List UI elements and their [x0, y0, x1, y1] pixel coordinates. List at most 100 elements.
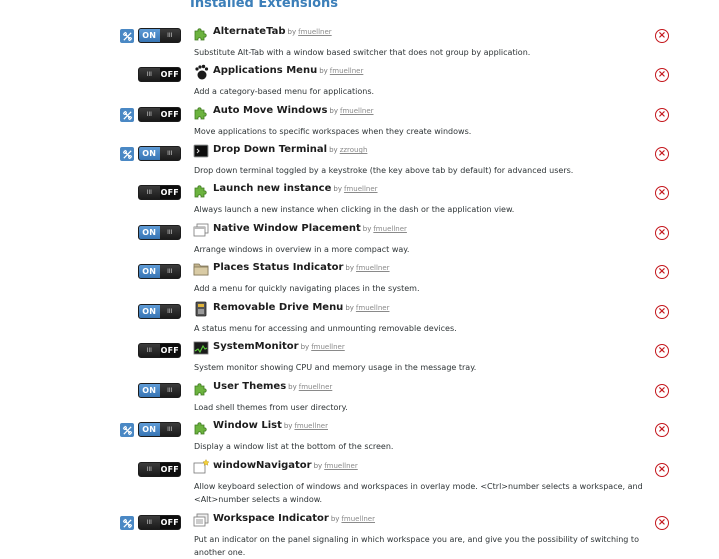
extension-row-user-themes: ON III User Themes by fmuellner Load shell th…: [0, 381, 719, 424]
preferences-button[interactable]: [120, 29, 134, 43]
uninstall-button[interactable]: ×: [655, 344, 669, 358]
page-title: Installed Extensions: [190, 0, 339, 11]
preferences-button[interactable]: [120, 108, 134, 122]
extension-description: Put an indicator on the panel signaling …: [194, 535, 639, 557]
system-monitor-icon: [193, 340, 209, 356]
extension-name: Drop Down Terminal: [213, 144, 328, 155]
by-label: by: [300, 343, 310, 351]
extension-description: Substitute Alt-Tab with a window based s…: [194, 48, 531, 57]
terminal-icon: [193, 143, 209, 159]
by-label: by: [313, 462, 323, 470]
switch-state-label: ON: [139, 147, 160, 160]
enable-toggle-switch[interactable]: ON III: [138, 383, 181, 398]
switch-state-label: ON: [139, 265, 160, 278]
extension-title: Workspace Indicator by fmuellner: [213, 513, 375, 524]
extension-description: Arrange windows in overview in a more co…: [194, 245, 410, 254]
puzzle-icon: [193, 182, 209, 198]
by-label: by: [333, 185, 342, 193]
workspace-icon: [193, 512, 209, 528]
switch-grip: III: [159, 305, 180, 318]
enable-toggle-switch[interactable]: III OFF: [138, 67, 181, 82]
extension-name: Window List: [213, 420, 282, 431]
close-icon: ×: [657, 227, 667, 238]
extension-description: Always launch a new instance when clicki…: [194, 205, 515, 214]
extension-title: Native Window Placement by fmuellner: [213, 223, 407, 234]
close-icon: ×: [657, 464, 667, 475]
author-link[interactable]: fmuellner: [311, 343, 345, 351]
switch-grip: III: [139, 344, 160, 357]
enable-toggle-switch[interactable]: ON III: [138, 422, 181, 437]
author-link[interactable]: fmuellner: [340, 107, 374, 115]
switch-grip: III: [139, 186, 160, 199]
enable-toggle-switch[interactable]: ON III: [138, 225, 181, 240]
extension-name: Places Status Indicator: [213, 262, 344, 273]
by-label: by: [288, 383, 297, 391]
extension-description: Add a menu for quickly navigating places…: [194, 284, 420, 293]
preferences-button[interactable]: [120, 423, 134, 437]
close-icon: ×: [657, 306, 667, 317]
preferences-button[interactable]: [120, 516, 134, 530]
uninstall-button[interactable]: ×: [655, 29, 669, 43]
uninstall-button[interactable]: ×: [655, 265, 669, 279]
tools-icon: [122, 518, 133, 529]
uninstall-button[interactable]: ×: [655, 423, 669, 437]
tools-icon: [122, 31, 133, 42]
extension-title: User Themes by fmuellner: [213, 381, 332, 392]
puzzle-icon: [193, 419, 209, 435]
author-link[interactable]: fmuellner: [356, 264, 390, 272]
close-icon: ×: [657, 30, 667, 41]
enable-toggle-switch[interactable]: ON III: [138, 28, 181, 43]
enable-toggle-switch[interactable]: ON III: [138, 264, 181, 279]
extension-row-launch-new-instance: III OFF Launch new instance by fmuellner Alwa…: [0, 183, 719, 226]
enable-toggle-switch[interactable]: ON III: [138, 304, 181, 319]
extension-row-removable-drive-menu: ON III Removable Drive Menu by fmuellner A st…: [0, 301, 719, 345]
uninstall-button[interactable]: ×: [655, 384, 669, 398]
author-link[interactable]: fmuellner: [299, 383, 333, 391]
puzzle-icon: [193, 25, 209, 41]
author-link[interactable]: fmuellner: [294, 422, 328, 430]
extension-row-drop-down-terminal: ON III Drop Down Terminal by zzrough Drop dow…: [0, 144, 719, 187]
switch-grip: III: [139, 108, 160, 121]
by-label: by: [330, 515, 340, 523]
uninstall-button[interactable]: ×: [655, 68, 669, 82]
author-link[interactable]: fmuellner: [373, 225, 407, 233]
switch-grip: III: [159, 29, 180, 42]
uninstall-button[interactable]: ×: [655, 305, 669, 319]
window-star-icon: [193, 459, 210, 475]
extension-name: AlternateTab: [213, 26, 286, 37]
extension-row-auto-move-windows: III OFF Auto Move Windows by fmuellner Move a…: [0, 105, 719, 148]
enable-toggle-switch[interactable]: III OFF: [138, 462, 181, 477]
close-icon: ×: [657, 385, 667, 396]
by-label: by: [329, 107, 338, 115]
extension-name: Native Window Placement: [213, 223, 361, 234]
enable-toggle-switch[interactable]: ON III: [138, 146, 181, 161]
author-link[interactable]: zzrough: [340, 146, 368, 154]
preferences-button[interactable]: [120, 147, 134, 161]
author-link[interactable]: fmuellner: [298, 28, 332, 36]
author-link[interactable]: fmuellner: [330, 67, 364, 75]
enable-toggle-switch[interactable]: III OFF: [138, 343, 181, 358]
enable-toggle-switch[interactable]: III OFF: [138, 185, 181, 200]
extension-title: Removable Drive Menu by fmuellner: [213, 302, 389, 313]
uninstall-button[interactable]: ×: [655, 147, 669, 161]
extension-title: Applications Menu by fmuellner: [213, 65, 363, 76]
uninstall-button[interactable]: ×: [655, 108, 669, 122]
uninstall-button[interactable]: ×: [655, 516, 669, 530]
close-icon: ×: [657, 69, 667, 80]
extension-name: Launch new instance: [213, 183, 332, 194]
uninstall-button[interactable]: ×: [655, 463, 669, 477]
author-link[interactable]: fmuellner: [341, 515, 375, 523]
enable-toggle-switch[interactable]: III OFF: [138, 515, 181, 530]
enable-toggle-switch[interactable]: III OFF: [138, 107, 181, 122]
tools-icon: [122, 425, 133, 436]
extension-name: Applications Menu: [213, 65, 318, 76]
switch-state-label: OFF: [159, 463, 180, 476]
uninstall-button[interactable]: ×: [655, 186, 669, 200]
folder-icon: [193, 261, 209, 277]
extension-title: SystemMonitor by fmuellner: [213, 341, 345, 352]
author-link[interactable]: fmuellner: [324, 462, 358, 470]
uninstall-button[interactable]: ×: [655, 226, 669, 240]
author-link[interactable]: fmuellner: [344, 185, 378, 193]
author-link[interactable]: fmuellner: [356, 304, 390, 312]
switch-state-label: OFF: [159, 344, 180, 357]
